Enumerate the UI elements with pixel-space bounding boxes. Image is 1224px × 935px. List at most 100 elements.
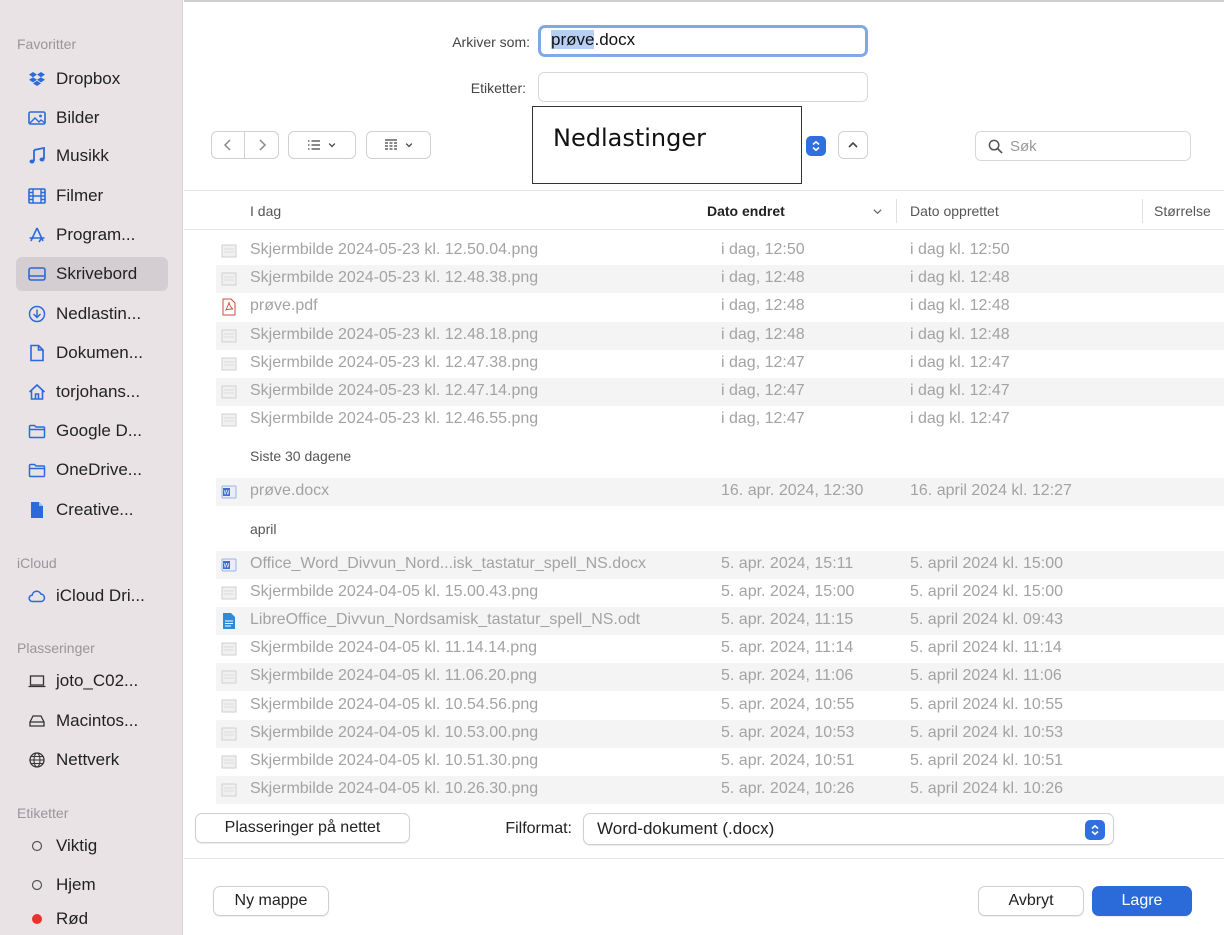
tags-input[interactable]: [538, 72, 868, 102]
sidebar-item-macintosh-hd[interactable]: Macintos...: [16, 704, 168, 738]
sidebar-item-creative[interactable]: Creative...: [16, 493, 168, 527]
column-name[interactable]: I dag: [250, 203, 281, 219]
sidebar-item-program[interactable]: Program...: [16, 218, 168, 252]
sidebar-item-label: Creative...: [56, 500, 134, 519]
table-header: I dag Dato endret Dato opprettet Størrel…: [184, 190, 1224, 230]
search-field[interactable]: Søk: [975, 131, 1191, 161]
sidebar-item-label: Nettverk: [56, 750, 120, 769]
folder-icon: [26, 421, 48, 441]
sidebar-tag-hjem[interactable]: Hjem: [16, 868, 168, 902]
cancel-button[interactable]: Avbryt: [978, 886, 1084, 916]
sidebar-item-home[interactable]: torjohans...: [16, 375, 168, 409]
group-view-button[interactable]: [366, 131, 431, 159]
sidebar-item-google-drive[interactable]: Google D...: [16, 414, 168, 448]
date-modified: 5. apr. 2024, 10:53: [721, 723, 855, 741]
table-row[interactable]: Skjermbilde 2024-05-23 kl. 12.48.38.png i…: [216, 265, 1224, 294]
forward-button[interactable]: [245, 131, 279, 159]
table-row[interactable]: Skjermbilde 2024-04-05 kl. 10.51.30.png 5…: [216, 748, 1224, 776]
sidebar-item-label: Bilder: [56, 108, 100, 127]
file-name: LibreOffice_Divvun_Nordsamisk_tastatur_s…: [250, 611, 641, 628]
table-row[interactable]: Skjermbilde 2024-05-23 kl. 12.48.18.png i…: [216, 321, 1224, 350]
photos-icon: [26, 108, 48, 128]
date-created: i dag kl. 12:47: [910, 410, 1010, 428]
date-created: 5. april 2024 kl. 10:51: [910, 752, 1063, 769]
save-dialog: Arkiver som: prøve.docx Etiketter: Nedla…: [184, 0, 1224, 935]
sidebar-item-icloud-drive[interactable]: iCloud Dri...: [16, 579, 168, 613]
chevron-right-icon: [258, 139, 266, 151]
sidebar-item-musikk[interactable]: Musikk: [16, 139, 168, 173]
file-format-select[interactable]: Word-dokument (.docx): [583, 813, 1114, 845]
table-row[interactable]: LibreOffice_Divvun_Nordsamisk_tastatur_s…: [216, 607, 1224, 635]
chevron-down-icon: [405, 143, 412, 148]
file-name: Skjermbilde 2024-04-05 kl. 10.51.30.png: [250, 752, 539, 769]
sidebar-item-label: torjohans...: [56, 382, 141, 401]
sidebar-item-nedlastinger[interactable]: Nedlastin...: [16, 297, 168, 331]
table-row[interactable]: Skjermbilde 2024-05-23 kl. 12.50.04.png i…: [216, 237, 1224, 265]
sidebar-item-label: Macintos...: [56, 711, 139, 730]
music-icon: [26, 146, 48, 166]
sidebar-item-onedrive[interactable]: OneDrive...: [16, 453, 168, 487]
list-view-button[interactable]: [288, 131, 356, 159]
sidebar-section-locations: Plasseringer: [17, 640, 95, 656]
filename-extension: .docx: [594, 30, 636, 49]
filename-input[interactable]: prøve.docx: [538, 25, 868, 57]
table-row[interactable]: Skjermbilde 2024-05-23 kl. 12.47.14.png i…: [216, 378, 1224, 406]
group-header: april: [250, 520, 277, 537]
updown-chevron-icon: [812, 140, 820, 152]
table-row[interactable]: W Office_Word_Divvun_Nord...isk_tastatur_…: [216, 550, 1224, 579]
sidebar-item-label: iCloud Dri...: [56, 586, 145, 605]
back-button[interactable]: [211, 131, 245, 159]
table-row[interactable]: Skjermbilde 2024-04-05 kl. 10.53.00.png 5…: [216, 719, 1224, 748]
collapse-button[interactable]: [838, 131, 868, 159]
sidebar-tag-rod[interactable]: Rød: [16, 902, 168, 935]
pdf-file-icon: [221, 298, 237, 316]
sort-chevron-icon: [873, 209, 882, 215]
sidebar-item-filmer[interactable]: Filmer: [16, 179, 168, 213]
save-button[interactable]: Lagre: [1092, 886, 1192, 916]
date-modified: i dag, 12:48: [721, 269, 805, 287]
sidebar-tag-viktig[interactable]: Viktig: [16, 829, 168, 863]
tags-label: Etiketter:: [470, 80, 526, 96]
sidebar-item-skrivebord[interactable]: Skrivebord: [16, 257, 168, 291]
filename-selection: prøve: [551, 30, 595, 49]
file-name: Skjermbilde 2024-05-23 kl. 12.48.38.png: [250, 269, 539, 287]
file-name: Skjermbilde 2024-04-05 kl. 11.06.20.png: [250, 667, 537, 685]
cloud-icon: [26, 586, 48, 606]
sidebar-item-laptop[interactable]: joto_C02...: [16, 664, 168, 698]
tag-circle-icon: [26, 836, 48, 856]
document-icon: [26, 343, 48, 363]
table-row[interactable]: Skjermbilde 2024-05-23 kl. 12.46.55.png i…: [216, 406, 1224, 434]
format-stepper: [1085, 820, 1105, 840]
table-row[interactable]: Skjermbilde 2024-04-05 kl. 10.54.56.png 5…: [216, 692, 1224, 720]
image-file-icon: [221, 584, 237, 602]
table-row[interactable]: Skjermbilde 2024-04-05 kl. 10.26.30.png 5…: [216, 776, 1224, 805]
file-name: Office_Word_Divvun_Nord...isk_tastatur_s…: [250, 554, 647, 572]
column-date-modified[interactable]: Dato endret: [707, 203, 785, 219]
sidebar-item-label: Nedlastin...: [56, 304, 142, 323]
location-popup[interactable]: Nedlastinger: [532, 106, 802, 184]
location-stepper[interactable]: [806, 136, 826, 156]
list-icon: [308, 140, 320, 150]
date-modified: i dag, 12:47: [721, 353, 805, 371]
sidebar-item-network[interactable]: Nettverk: [16, 743, 168, 777]
sidebar-item-dokumenter[interactable]: Dokumen...: [16, 336, 168, 370]
date-created: i dag kl. 12:47: [910, 382, 1010, 399]
file-name: Skjermbilde 2024-04-05 kl. 10.53.00.png: [250, 723, 539, 741]
sidebar-item-label: Skrivebord: [56, 264, 138, 283]
column-date-created[interactable]: Dato opprettet: [910, 203, 999, 219]
column-size[interactable]: Størrelse: [1154, 203, 1211, 219]
date-created: 5. april 2024 kl. 15:00: [910, 554, 1063, 572]
table-row[interactable]: Skjermbilde 2024-04-05 kl. 11.14.14.png 5…: [216, 635, 1224, 663]
table-row[interactable]: Skjermbilde 2024-04-05 kl. 11.06.20.png 5…: [216, 663, 1224, 692]
file-name: Skjermbilde 2024-04-05 kl. 10.26.30.png: [250, 780, 539, 798]
table-row[interactable]: Skjermbilde 2024-05-23 kl. 12.47.38.png i…: [216, 350, 1224, 378]
sidebar-item-dropbox[interactable]: Dropbox: [16, 62, 168, 96]
image-file-icon: [221, 753, 237, 771]
online-locations-button[interactable]: Plasseringer på nettet: [195, 813, 410, 843]
new-folder-button[interactable]: Ny mappe: [213, 886, 329, 916]
table-row[interactable]: Skjermbilde 2024-04-05 kl. 15.00.43.png 5…: [216, 579, 1224, 607]
table-row[interactable]: prøve.pdf i dag, 12:48 i dag kl. 12:48: [216, 293, 1224, 321]
table-row[interactable]: Wprøve.docx 16. apr. 2024, 12:30 16. april…: [216, 478, 1224, 507]
sidebar-item-bilder[interactable]: Bilder: [16, 101, 168, 135]
sidebar-item-label: Google D...: [56, 421, 142, 440]
